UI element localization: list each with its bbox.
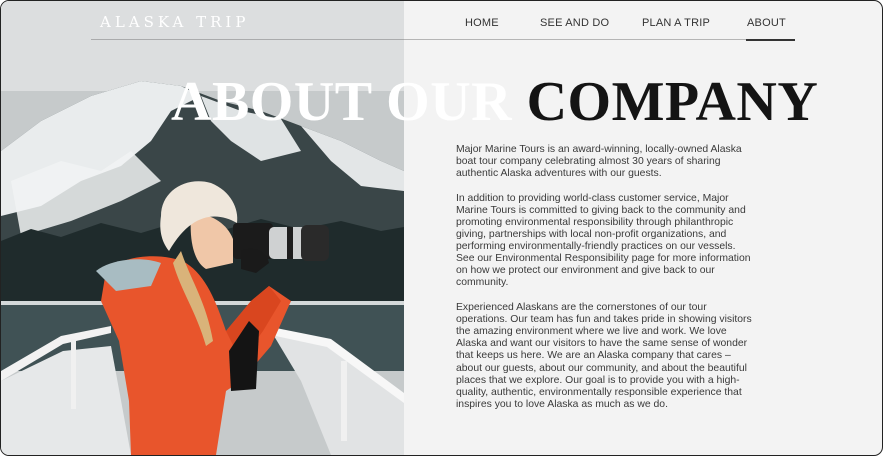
page-frame: ALASKA TRIP HOME SEE AND DO PLAN A TRIP … (0, 0, 883, 456)
nav-see-and-do[interactable]: SEE AND DO (540, 15, 609, 29)
nav-plan-a-trip[interactable]: PLAN A TRIP (642, 15, 710, 29)
about-body: Major Marine Tours is an award-winning, … (456, 144, 756, 423)
paragraph-team: Experienced Alaskans are the cornerstone… (456, 302, 752, 410)
nav-divider (91, 39, 795, 40)
nav-active-indicator (746, 39, 795, 41)
page-title: ABOUT OUR COMPANY (171, 71, 818, 133)
page-title-dark: COMPANY (526, 71, 819, 133)
brand-logo[interactable]: ALASKA TRIP (100, 13, 249, 31)
paragraph-intro: Major Marine Tours is an award-winning, … (456, 144, 742, 180)
nav-about[interactable]: ABOUT (747, 15, 786, 29)
hero-photo (1, 1, 404, 455)
photographer-on-boat-illustration (1, 1, 404, 455)
paragraph-responsibility: In addition to providing world-class cus… (456, 192, 751, 289)
nav-home[interactable]: HOME (465, 15, 499, 29)
page-title-light: ABOUT OUR (171, 71, 527, 133)
